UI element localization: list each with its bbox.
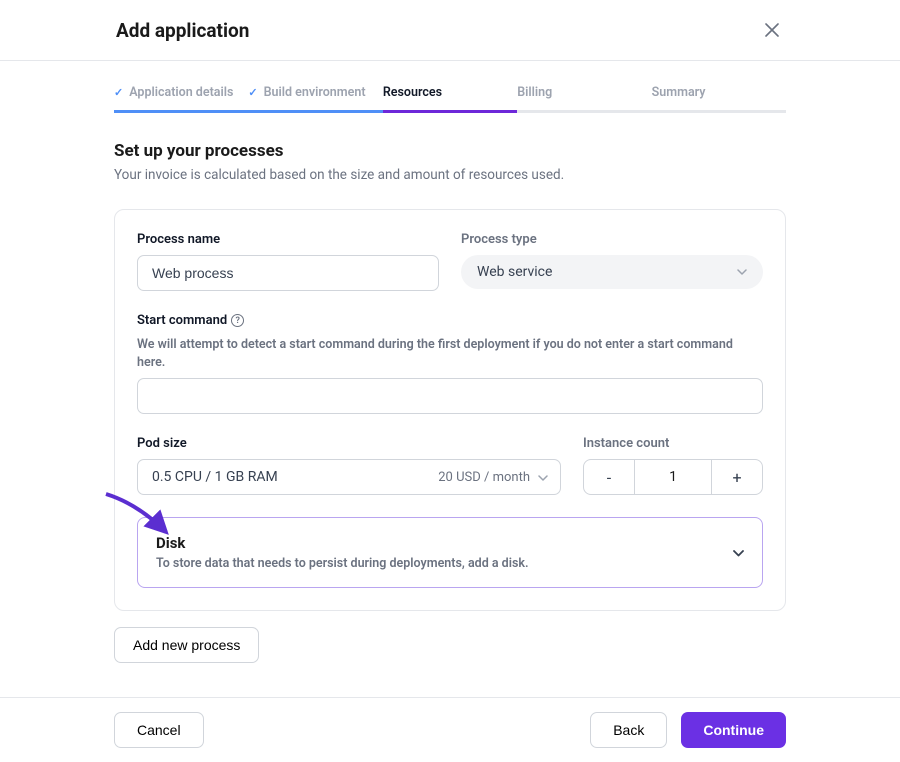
disk-panel[interactable]: Disk To store data that needs to persist… [137,517,763,588]
continue-button[interactable]: Continue [681,712,786,748]
step-label: Build environment [264,85,366,100]
chevron-down-icon [733,545,744,561]
step-summary[interactable]: Summary [652,85,786,113]
section-title: Set up your processes [114,141,786,161]
wizard-stepper: ✓ Application details ✓ Build environmen… [114,85,786,113]
modal-header: Add application [0,0,900,61]
help-icon[interactable]: ? [231,314,244,327]
close-icon[interactable] [760,18,784,42]
add-process-button[interactable]: Add new process [114,627,259,663]
process-type-select[interactable]: Web service [461,255,763,289]
step-billing[interactable]: Billing [517,85,651,113]
step-application-details[interactable]: ✓ Application details [114,85,248,113]
section-subtitle: Your invoice is calculated based on the … [114,167,786,183]
start-command-input[interactable] [137,378,763,414]
step-label: Billing [517,85,552,100]
decrement-button[interactable]: - [584,460,634,494]
pod-size-label: Pod size [137,436,561,451]
check-icon: ✓ [114,86,123,99]
process-card: Process name Process type Web service St… [114,209,786,611]
instance-count-stepper: - 1 + [583,459,763,495]
process-type-label: Process type [461,232,763,247]
pod-size-value: 0.5 CPU / 1 GB RAM [152,469,278,485]
step-build-environment[interactable]: ✓ Build environment [248,85,382,113]
disk-title: Disk [156,534,529,552]
instance-count-label: Instance count [583,436,763,451]
chevron-down-icon [737,267,747,278]
step-resources[interactable]: Resources [383,85,517,113]
start-command-help: We will attempt to detect a start comman… [137,336,763,372]
pod-size-price: 20 USD / month [438,470,530,485]
process-type-value: Web service [477,264,552,280]
instance-count-value: 1 [634,460,712,494]
start-command-label: Start command ? [137,313,763,328]
pod-size-select[interactable]: 0.5 CPU / 1 GB RAM 20 USD / month [137,459,561,495]
modal-title: Add application [116,19,249,42]
cancel-button[interactable]: Cancel [114,712,204,748]
back-button[interactable]: Back [590,712,667,748]
increment-button[interactable]: + [712,460,762,494]
check-icon: ✓ [248,86,257,99]
process-name-input[interactable] [137,255,439,291]
disk-subtitle: To store data that needs to persist duri… [156,556,529,571]
process-name-label: Process name [137,232,439,247]
step-label: Summary [652,85,706,100]
footer: Cancel Back Continue [0,697,900,762]
step-label: Application details [129,85,233,100]
step-label: Resources [383,85,442,100]
chevron-down-icon [538,470,548,485]
